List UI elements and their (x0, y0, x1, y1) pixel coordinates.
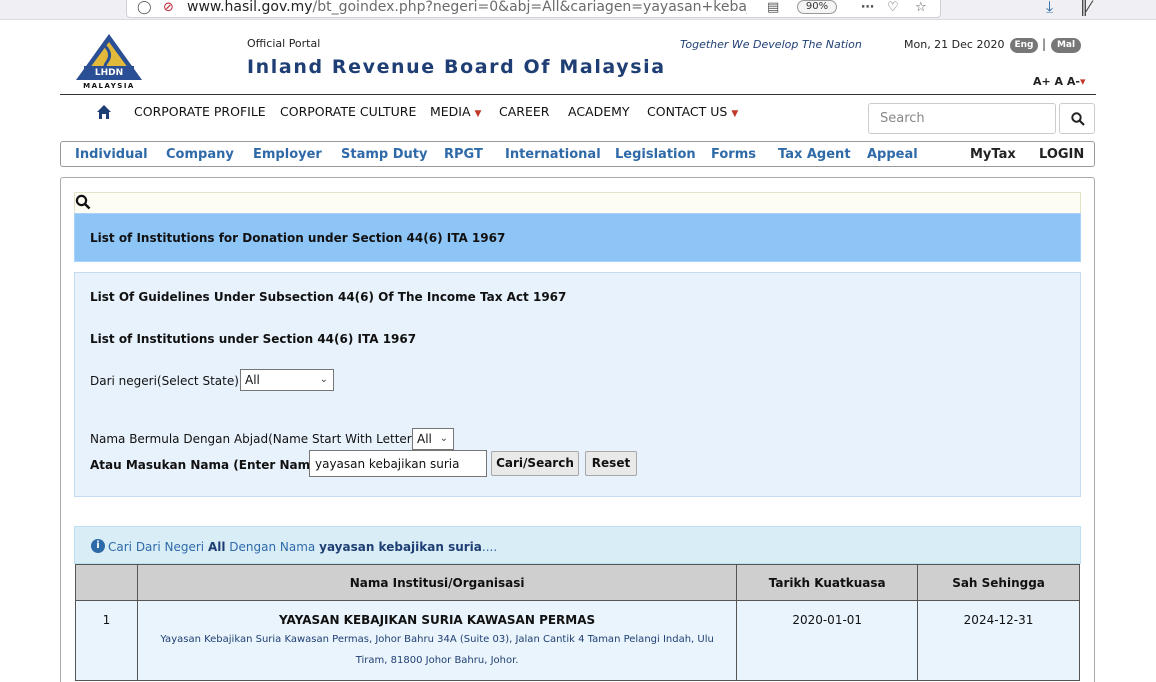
nav-corporate-culture[interactable]: CORPORATE CULTURE (280, 104, 416, 119)
info-middle: Dengan Nama (229, 540, 316, 554)
pocket-icon[interactable]: ♡ (887, 0, 899, 15)
nav-career[interactable]: CAREER (499, 104, 549, 119)
nav-academy[interactable]: ACADEMY (568, 104, 630, 119)
library-icon[interactable]: ‖⁄ (1080, 0, 1091, 16)
header-divider (60, 94, 1096, 95)
current-date: Mon, 21 Dec 2020 (904, 38, 1005, 51)
state-label: Dari negeri(Select State): (90, 374, 243, 388)
info-state: All (207, 540, 226, 554)
page-title: Inland Revenue Board Of Malaysia (247, 56, 666, 78)
shield-icon[interactable]: ◯ (137, 0, 152, 15)
nav-contact-us-label[interactable]: CONTACT US (647, 104, 727, 119)
info-suffix: .... (481, 540, 498, 554)
star-icon[interactable]: ☆ (915, 0, 927, 15)
info-name: yayasan kebajikan suria (319, 540, 482, 554)
effective-date: 2020-01-01 (736, 600, 919, 681)
nav-rpgt[interactable]: RPGT (444, 147, 483, 162)
guidelines-link[interactable]: List Of Guidelines Under Subsection 44(6… (90, 290, 566, 304)
institutions-heading[interactable]: List of Institutions under Section 44(6)… (90, 332, 416, 346)
institution-name: YAYASAN KEBAJIKAN SURIA KAWASAN PERMAS (279, 613, 596, 627)
font-size-control[interactable]: A+ A A-▾ (1033, 75, 1086, 88)
search-toggle-row[interactable] (74, 192, 1081, 213)
home-icon[interactable] (96, 104, 112, 120)
nav-employer[interactable]: Employer (253, 147, 322, 162)
nav-international[interactable]: International (505, 147, 601, 162)
category-nav: Individual Company Employer Stamp Duty R… (60, 141, 1095, 167)
search-icon (1071, 112, 1085, 126)
valid-until: 2024-12-31 (917, 600, 1080, 681)
zoom-level[interactable]: 90% (797, 0, 837, 14)
nav-corporate-profile[interactable]: CORPORATE PROFILE (134, 104, 266, 119)
nav-stamp-duty[interactable]: Stamp Duty (341, 147, 427, 162)
lang-eng-button[interactable]: Eng (1010, 38, 1038, 53)
search-button[interactable] (1059, 103, 1095, 134)
column-header-valid-until: Sah Sehingga (917, 564, 1080, 601)
results-info-bar: i Cari Dari Negeri All Dengan Nama yayas… (74, 526, 1081, 564)
panel-title-bar: List of Institutions for Donation under … (74, 213, 1081, 262)
state-select[interactable]: All ⌄ (240, 369, 334, 391)
reader-icon[interactable]: ▤ (767, 0, 779, 15)
blocked-icon[interactable]: ⊘ (163, 0, 174, 15)
search-button[interactable]: Cari/Search (491, 451, 579, 476)
download-icon[interactable]: ⤓ (1046, 0, 1053, 17)
chevron-down-icon: ▼ (731, 109, 739, 119)
reset-button[interactable]: Reset (585, 451, 637, 476)
nav-media[interactable]: MEDIA ▼ (430, 104, 481, 119)
nav-tax-agent[interactable]: Tax Agent (778, 147, 851, 162)
browser-toolbar: ◯ ⊘ www.hasil.gov.my/bt_goindex.php?nege… (0, 0, 1156, 20)
logo-country: MALAYSIA (83, 82, 135, 90)
nav-legislation[interactable]: Legislation (615, 147, 696, 162)
info-icon: i (91, 539, 105, 553)
chevron-down-icon: ⌄ (439, 433, 448, 444)
name-input[interactable] (309, 450, 487, 477)
url-host: www.hasil.gov.my (187, 0, 313, 15)
official-portal-label: Official Portal (247, 37, 321, 50)
state-select-value: All (245, 373, 260, 387)
letter-select[interactable]: All ⌄ (412, 428, 454, 450)
nav-individual[interactable]: Individual (75, 147, 148, 162)
results-table: Nama Institusi/Organisasi Tarikh Kuatkua… (75, 564, 1080, 681)
nav-forms[interactable]: Forms (711, 147, 756, 162)
institution-cell: YAYASAN KEBAJIKAN SURIA KAWASAN PERMAS Y… (136, 600, 738, 681)
lhdn-logo[interactable]: LHDN MALAYSIA (70, 32, 148, 90)
chevron-down-icon: ⌄ (319, 374, 328, 385)
search-icon[interactable] (75, 194, 91, 210)
nav-appeal[interactable]: Appeal (867, 147, 918, 162)
table-row: 1 YAYASAN KEBAJIKAN SURIA KAWASAN PERMAS… (75, 600, 1080, 681)
url-path: /bt_goindex.php?negeri=0&abj=All&cariage… (312, 0, 747, 15)
info-prefix: Cari Dari Negeri (108, 540, 205, 554)
nav-mytax[interactable]: MyTax (970, 147, 1016, 162)
url-text[interactable]: www.hasil.gov.my/bt_goindex.php?negeri=0… (187, 0, 747, 15)
name-label: Atau Masukan Nama (Enter Name) : (90, 458, 333, 472)
page: ◯ ⊘ www.hasil.gov.my/bt_goindex.php?nege… (0, 0, 1156, 682)
row-number: 1 (75, 600, 138, 681)
slogan: Together We Develop The Nation (680, 38, 862, 51)
nav-media-label[interactable]: MEDIA (430, 104, 471, 119)
column-header-effective-date: Tarikh Kuatkuasa (736, 564, 919, 601)
nav-login[interactable]: LOGIN (1039, 147, 1084, 162)
column-header-no (75, 564, 138, 601)
font-size-label[interactable]: A+ A A- (1033, 75, 1080, 88)
letter-select-value: All (417, 432, 432, 446)
chevron-down-icon: ▾ (1079, 75, 1086, 88)
lang-separator: | (1042, 37, 1047, 51)
letter-label: Nama Bermula Dengan Abjad(Name Start Wit… (90, 432, 417, 446)
lang-mal-button[interactable]: Mal (1051, 38, 1081, 53)
nav-company[interactable]: Company (166, 147, 234, 162)
panel-title: List of Institutions for Donation under … (90, 231, 506, 245)
more-icon[interactable]: ⋯ (861, 0, 874, 15)
table-header-row: Nama Institusi/Organisasi Tarikh Kuatkua… (75, 564, 1080, 601)
address-bar[interactable]: ◯ ⊘ www.hasil.gov.my/bt_goindex.php?nege… (126, 0, 941, 18)
search-input[interactable] (868, 103, 1056, 134)
chevron-down-icon: ▼ (474, 109, 482, 119)
logo-text: LHDN (95, 68, 123, 78)
nav-contact-us[interactable]: CONTACT US ▼ (647, 104, 738, 119)
institution-address: Yayasan Kebajikan Suria Kawasan Permas, … (160, 634, 714, 666)
column-header-name: Nama Institusi/Organisasi (136, 564, 738, 601)
results-summary: Cari Dari Negeri All Dengan Nama yayasan… (108, 540, 497, 554)
